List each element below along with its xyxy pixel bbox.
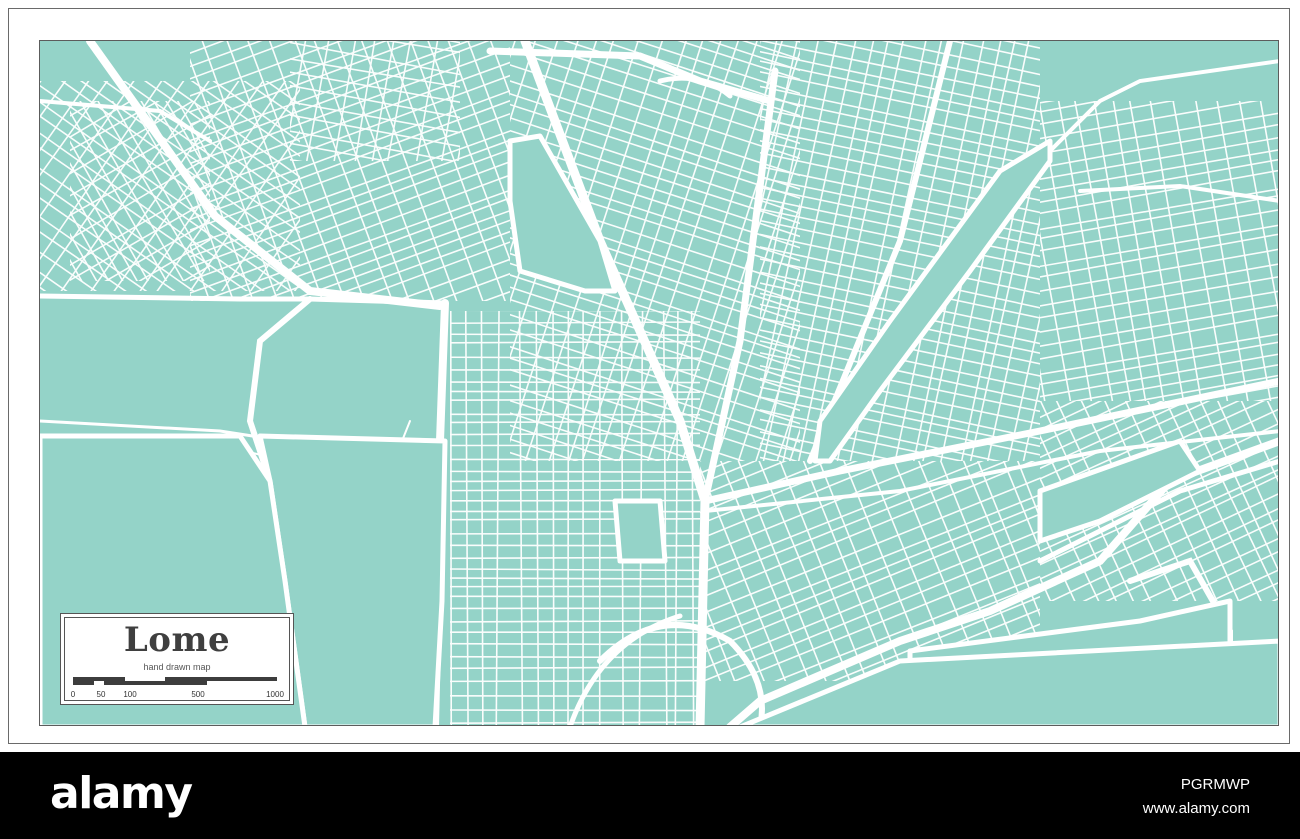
map-legend: Lome hand drawn map 0 50 100 500 1000 — [60, 613, 294, 705]
legend-inner-border: Lome hand drawn map 0 50 100 500 1000 — [64, 617, 290, 701]
scale-bar — [73, 677, 277, 685]
scale-label-1000: 1000 — [266, 690, 284, 699]
street-line — [450, 311, 453, 725]
map-title: Lome — [123, 620, 231, 660]
scale-labels: 0 50 100 500 1000 — [65, 690, 295, 700]
scale-label-500: 500 — [191, 690, 205, 699]
map-subtitle: hand drawn map — [143, 662, 211, 672]
watermark-bar: alamy PGRMWP www.alamy.com — [0, 752, 1300, 839]
scale-label-0: 0 — [70, 690, 76, 699]
scale-label-100: 100 — [123, 690, 137, 699]
park-center — [612, 498, 668, 564]
map-frame: Lome hand drawn map 0 50 100 500 1000 — [8, 8, 1290, 744]
watermark-info: PGRMWP www.alamy.com — [1143, 773, 1250, 821]
image-id: PGRMWP — [1180, 776, 1250, 793]
street-line — [552, 311, 555, 725]
alamy-logo: alamy — [50, 768, 193, 819]
watermark-url: www.alamy.com — [1142, 800, 1250, 817]
scale-label-50: 50 — [96, 690, 106, 699]
